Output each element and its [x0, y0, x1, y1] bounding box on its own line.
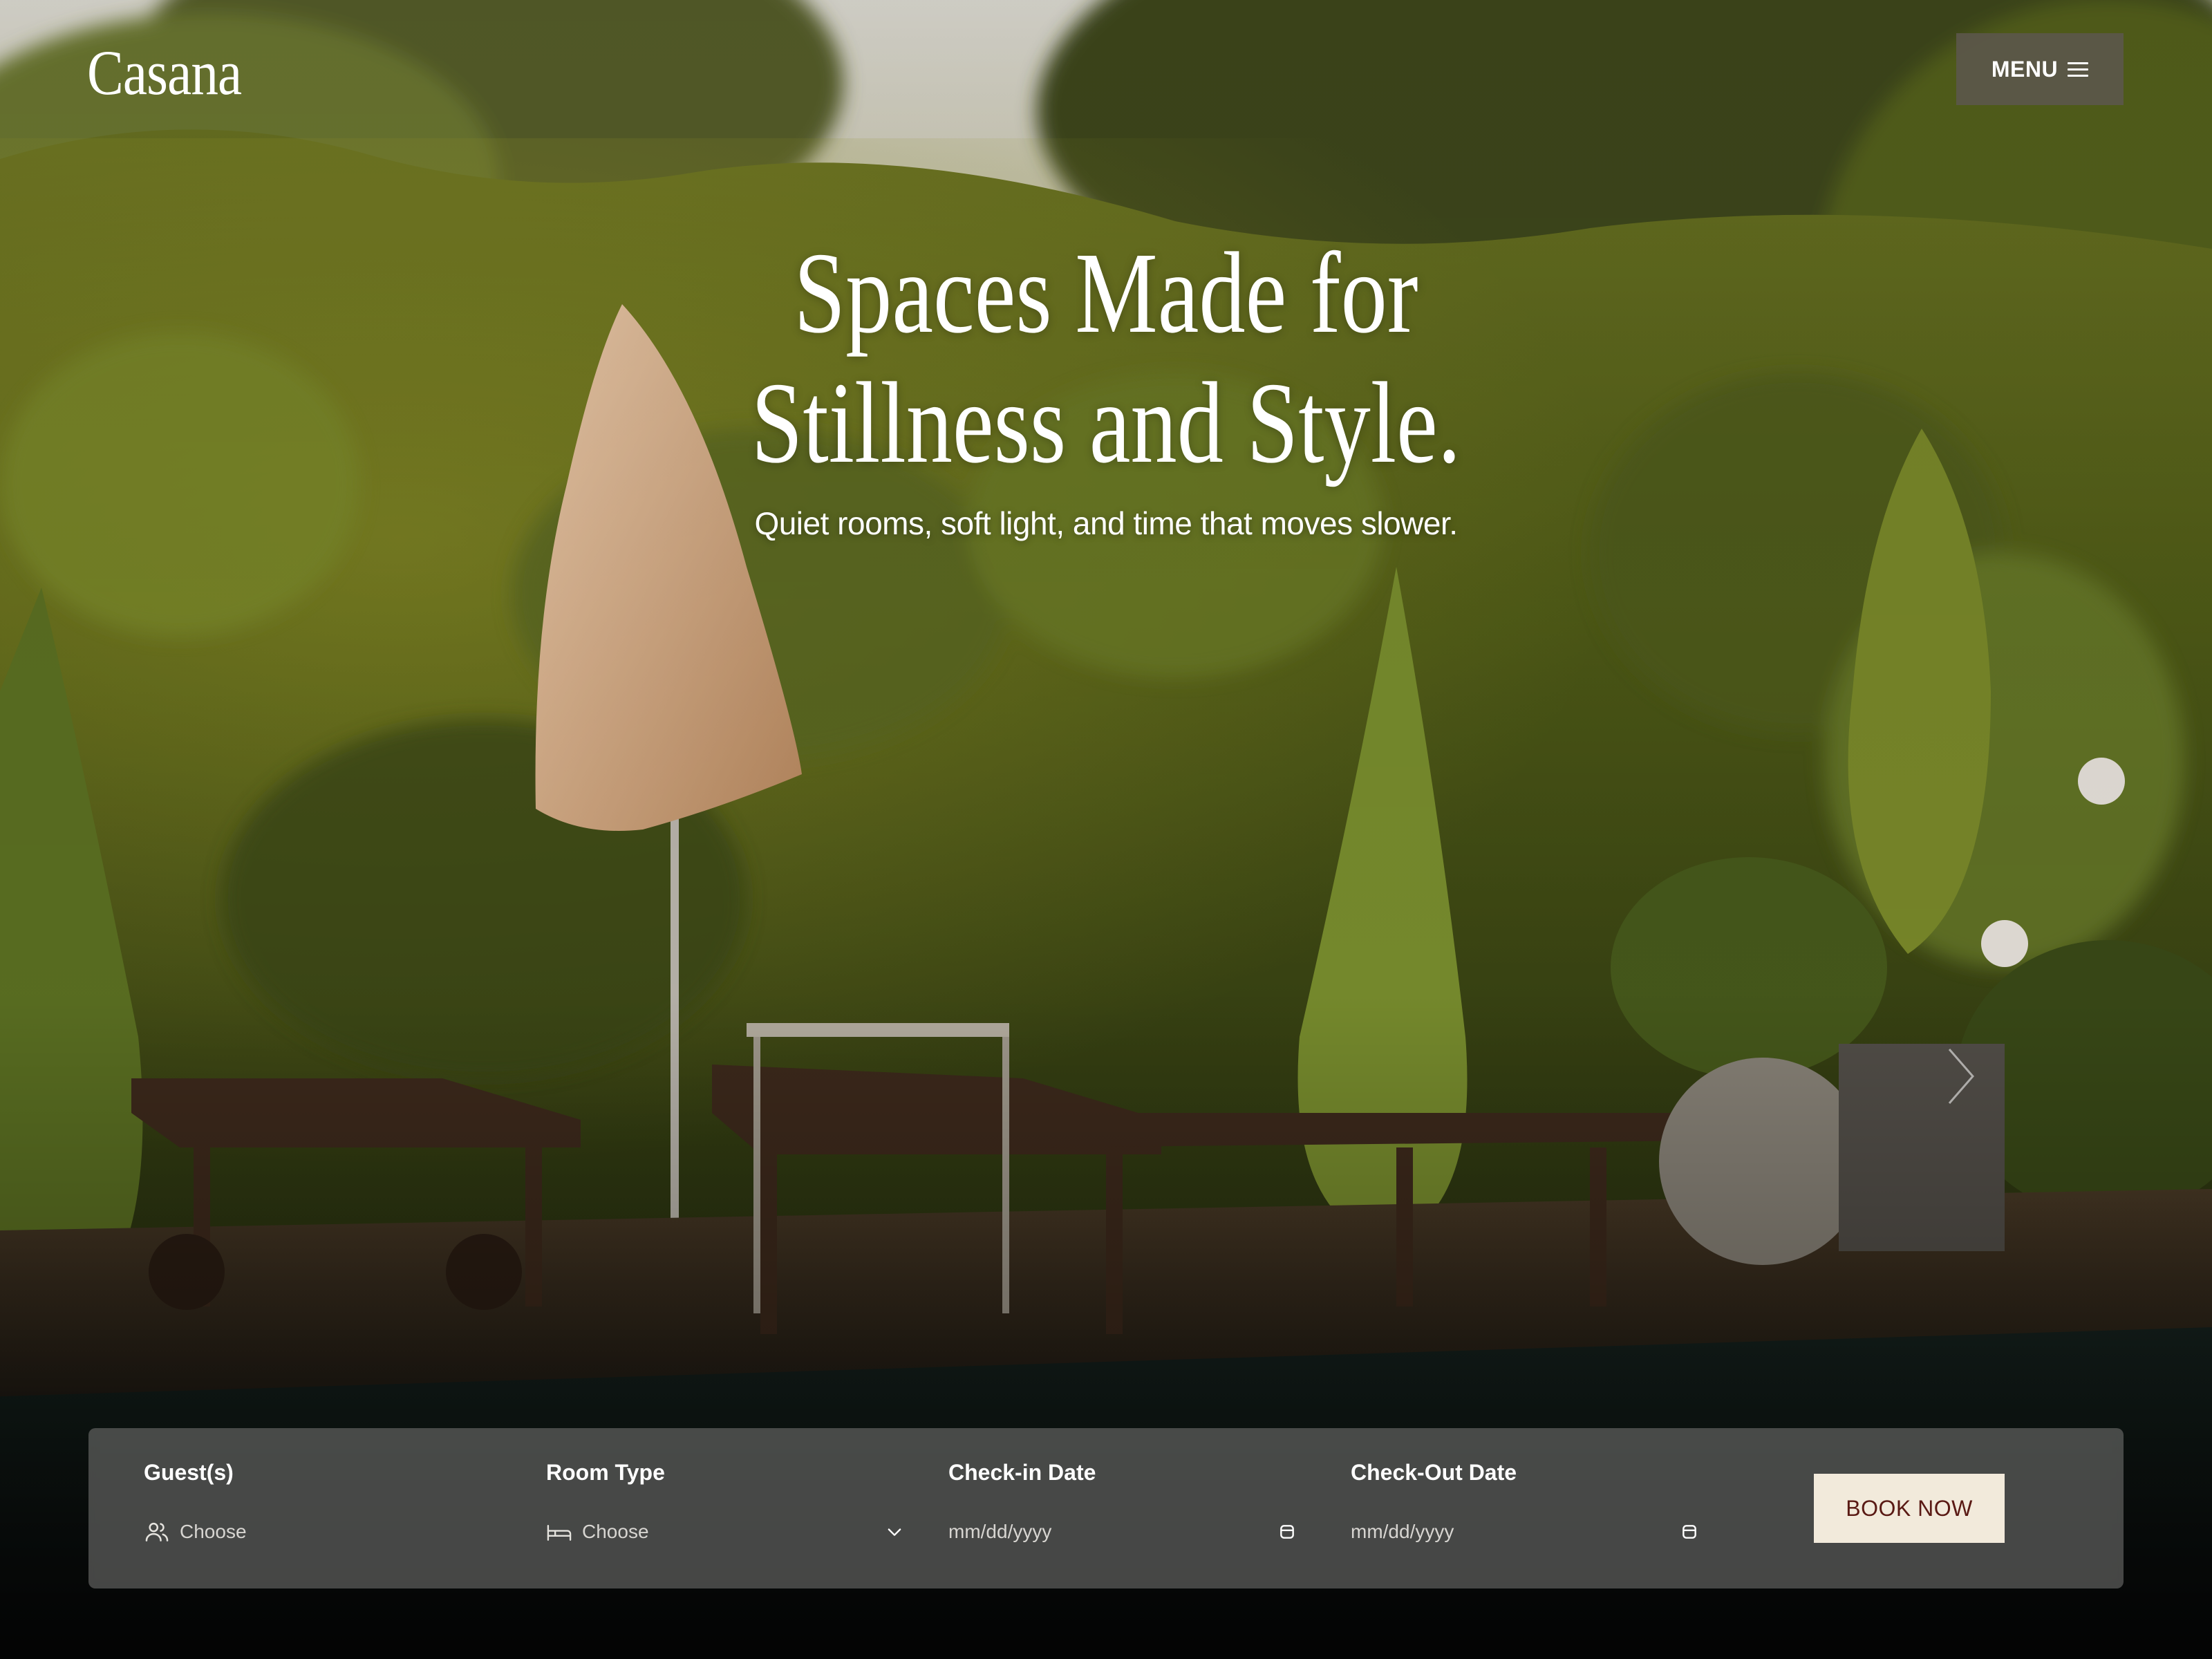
- check-out-label: Check-Out Date: [1351, 1460, 1517, 1485]
- room-type-field[interactable]: Room Type Choose: [546, 1428, 907, 1588]
- bed-icon: [546, 1519, 572, 1545]
- guests-label: Guest(s): [144, 1460, 234, 1485]
- check-in-placeholder: mm/dd/yyyy: [948, 1521, 1052, 1542]
- room-type-value: Choose: [582, 1521, 649, 1542]
- menu-button-label: MENU: [1991, 56, 2059, 82]
- chevron-right-icon[interactable]: [1944, 1045, 1978, 1107]
- hero-subtitle: Quiet rooms, soft light, and time that m…: [754, 505, 1458, 541]
- check-in-date-input[interactable]: mm/dd/yyyy: [948, 1511, 1300, 1553]
- check-out-date-input[interactable]: mm/dd/yyyy: [1351, 1511, 1702, 1553]
- booking-form: Guest(s) Choose Room Type Choose Check-i…: [88, 1428, 2124, 1588]
- calendar-icon[interactable]: [1677, 1519, 1702, 1544]
- check-in-label: Check-in Date: [948, 1460, 1096, 1485]
- hamburger-icon: [2068, 62, 2089, 77]
- hero-title-line-2: Stillness and Style.: [751, 359, 1461, 487]
- guests-field[interactable]: Guest(s) Choose: [144, 1428, 489, 1588]
- hero-title: Spaces Made for Stillness and Style.: [0, 228, 2212, 488]
- room-type-select[interactable]: Choose: [546, 1511, 907, 1553]
- check-out-placeholder: mm/dd/yyyy: [1351, 1521, 1454, 1542]
- guests-select[interactable]: Choose: [144, 1511, 247, 1553]
- guests-value: Choose: [180, 1521, 247, 1542]
- book-now-button[interactable]: BOOK NOW: [1814, 1474, 2005, 1543]
- check-in-field[interactable]: Check-in Date mm/dd/yyyy: [948, 1428, 1300, 1588]
- room-type-label: Room Type: [546, 1460, 665, 1485]
- menu-button[interactable]: MENU: [1956, 33, 2124, 105]
- users-icon: [144, 1519, 170, 1545]
- chevron-down-icon[interactable]: [882, 1519, 907, 1544]
- check-out-field[interactable]: Check-Out Date mm/dd/yyyy: [1351, 1428, 1702, 1588]
- calendar-icon[interactable]: [1275, 1519, 1300, 1544]
- hero-title-line-1: Spaces Made for: [794, 229, 1418, 357]
- brand-logo[interactable]: Casana: [87, 36, 242, 109]
